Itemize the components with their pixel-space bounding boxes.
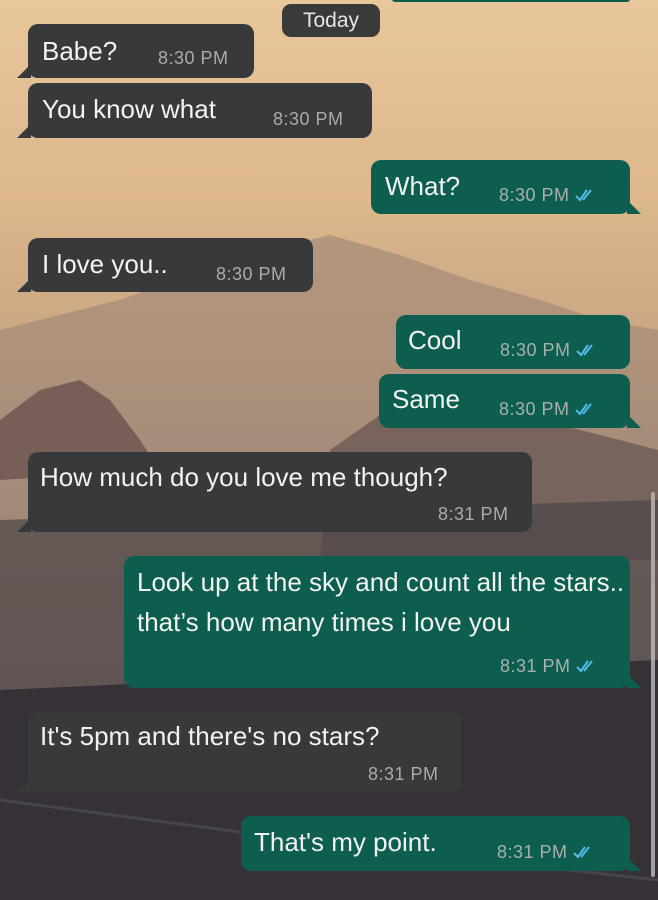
message-text: How much do you love me though? bbox=[40, 462, 448, 492]
message-time: 8:30 PM bbox=[216, 264, 287, 284]
message-time-label: 8:31 PM bbox=[497, 842, 568, 862]
message-bubble-incoming[interactable]: Babe? 8:30 PM bbox=[17, 24, 254, 78]
message-bubble-incoming[interactable]: How much do you love me though? 8:31 PM bbox=[17, 452, 532, 532]
message-text: Look up at the sky and count all the sta… bbox=[137, 567, 625, 637]
message-bubble-outgoing[interactable]: What? 8:30 PM bbox=[371, 160, 641, 214]
message-time: 8:30 PM bbox=[500, 340, 597, 361]
message-bubble-outgoing[interactable]: Same 8:30 PM bbox=[379, 374, 641, 428]
message-bubble-outgoing[interactable]: Look up at the sky and count all the sta… bbox=[124, 556, 641, 688]
message-time: 8:31 PM bbox=[500, 656, 597, 677]
message-bubble-outgoing[interactable]: Cool 8:30 PM bbox=[396, 315, 630, 369]
message-time: 8:30 PM bbox=[273, 109, 344, 129]
message-time: 8:31 PM bbox=[438, 504, 509, 524]
message-time: 8:30 PM bbox=[158, 48, 229, 68]
date-separator: Today bbox=[282, 4, 380, 37]
message-bubble-incoming[interactable]: You know what 8:30 PM bbox=[17, 83, 372, 138]
message-time: 8:30 PM bbox=[499, 399, 596, 420]
message-time-label: 8:31 PM bbox=[500, 656, 571, 676]
message-text: What? bbox=[385, 171, 461, 201]
message-text: Babe? bbox=[42, 36, 118, 66]
message-text: I love you.. bbox=[42, 249, 168, 279]
message-text: You know what bbox=[42, 94, 216, 124]
message-time: 8:31 PM bbox=[497, 842, 594, 863]
double-check-icon bbox=[575, 344, 593, 357]
message-bubble-outgoing[interactable]: That's my point. 8:31 PM bbox=[241, 816, 641, 871]
double-check-icon bbox=[575, 660, 593, 673]
message-text: That's my point. bbox=[254, 827, 437, 857]
message-bubble-incoming[interactable]: I love you.. 8:30 PM bbox=[17, 238, 313, 292]
message-time-label: 8:30 PM bbox=[499, 185, 570, 205]
message-time: 8:30 PM bbox=[499, 185, 596, 206]
scrollbar[interactable] bbox=[651, 492, 655, 877]
message-time-label: 8:30 PM bbox=[499, 399, 570, 419]
message-text: It's 5pm and there's no stars? bbox=[40, 721, 380, 751]
message-text: Cool bbox=[408, 325, 462, 355]
message-bubble-incoming[interactable]: It's 5pm and there's no stars? 8:31 PM bbox=[17, 712, 462, 792]
message-text: Same bbox=[392, 384, 460, 414]
message-time: 8:31 PM bbox=[368, 764, 439, 784]
double-check-icon bbox=[574, 403, 592, 416]
previous-message-edge bbox=[392, 0, 630, 2]
double-check-icon bbox=[572, 846, 590, 859]
double-check-icon bbox=[574, 189, 592, 202]
message-time-label: 8:30 PM bbox=[500, 340, 571, 360]
